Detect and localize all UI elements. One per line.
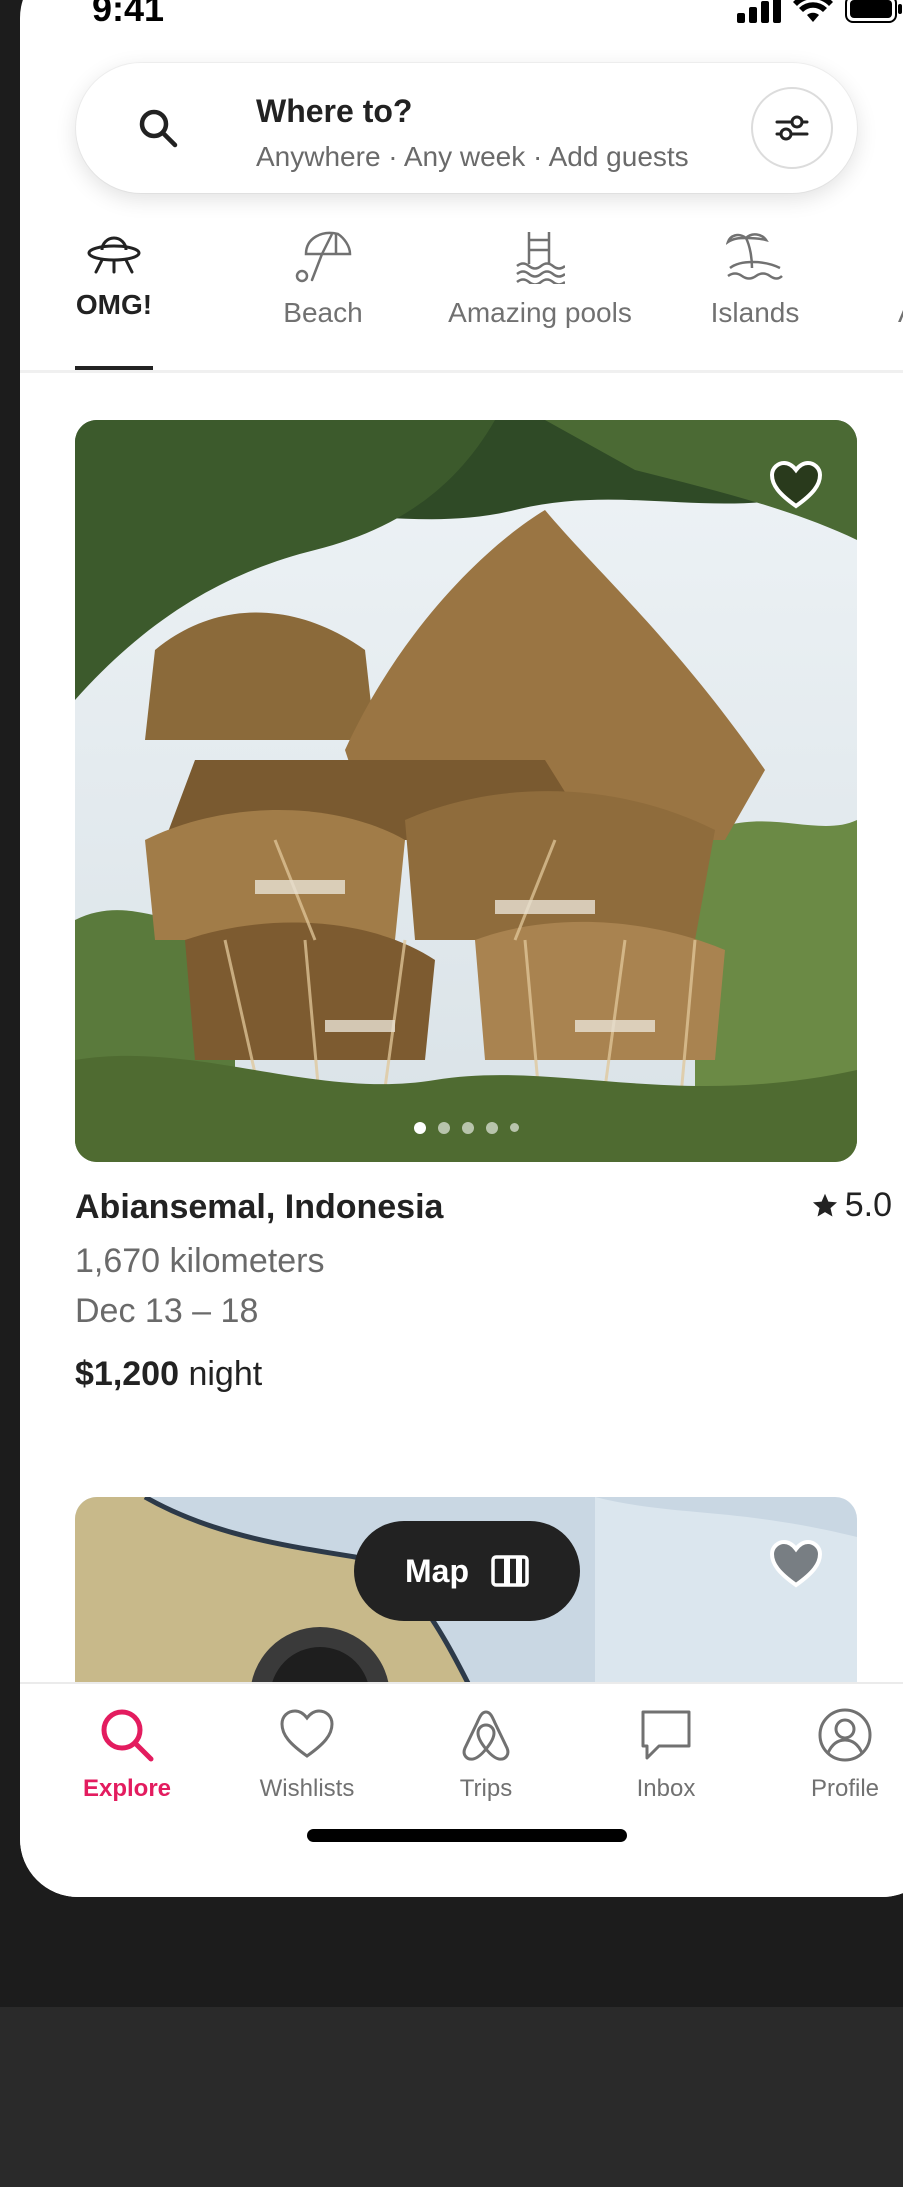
airbnb-logo-icon — [462, 1710, 510, 1761]
listing-rating: 5.0 — [811, 1186, 892, 1225]
pool-icon — [516, 232, 566, 286]
category-label: Amazing pools — [448, 297, 632, 328]
search-icon — [101, 1709, 154, 1762]
map-icon — [491, 1555, 529, 1587]
pagination-dot — [461, 1122, 474, 1134]
tab-wishlists[interactable]: Wishlists — [242, 1706, 372, 1803]
umbrella-icon — [295, 231, 352, 283]
search-subtitle: Anywhere · Any week · Add guests — [256, 141, 689, 172]
island-icon — [725, 233, 783, 280]
search-icon — [139, 109, 178, 148]
price-amount: $1,200 — [75, 1355, 179, 1393]
listing-photo-image — [75, 420, 857, 1162]
tab-label: Wishlists — [259, 1775, 355, 1802]
category-label: A — [898, 297, 903, 329]
category-bar: OMG! Beach Amazing pools Islands — [20, 228, 903, 378]
search-bar[interactable]: Where to? Anywhere · Any week · Add gues… — [76, 63, 857, 193]
tab-label: Profile — [810, 1775, 880, 1802]
category-label: OMG! — [75, 289, 153, 320]
listing-title[interactable]: Abiansemal, Indonesia — [75, 1188, 443, 1227]
cellular-signal-icon — [737, 0, 781, 23]
map-button[interactable]: Map — [354, 1521, 580, 1621]
home-indicator[interactable] — [307, 1829, 627, 1842]
photo-pagination — [75, 1122, 857, 1134]
heart-icon[interactable] — [769, 1539, 823, 1589]
category-beach[interactable]: Beach — [268, 228, 378, 329]
tab-inbox[interactable]: Inbox — [601, 1706, 731, 1803]
rating-value: 5.0 — [844, 1186, 892, 1224]
pagination-dot-active — [413, 1122, 426, 1134]
category-label: Beach — [283, 297, 363, 328]
tab-label: Trips — [459, 1775, 513, 1802]
tab-label: Inbox — [636, 1775, 696, 1802]
partial-category-icon — [898, 228, 903, 284]
heart-icon[interactable] — [769, 460, 823, 510]
status-bar: 9:41 — [20, 0, 903, 40]
ufo-icon — [87, 236, 141, 274]
message-icon — [641, 1710, 691, 1760]
listing-dates: Dec 13 – 18 — [75, 1292, 259, 1330]
phone-screen: 9:41 Where to? Anywhere · Any week · Add… — [20, 0, 903, 1897]
category-islands[interactable]: Islands — [705, 228, 805, 329]
category-label: Islands — [710, 297, 800, 328]
category-amazing-pools[interactable]: Amazing pools — [440, 228, 640, 329]
tab-trips[interactable]: Trips — [421, 1706, 551, 1803]
pagination-dot — [509, 1123, 519, 1132]
wifi-icon — [793, 0, 833, 22]
map-button-label: Map — [405, 1552, 469, 1589]
pagination-dot — [485, 1122, 498, 1134]
tab-explore[interactable]: Explore — [62, 1706, 192, 1803]
category-partial[interactable]: A — [898, 228, 903, 329]
listing-photo[interactable] — [75, 420, 857, 1162]
category-omg[interactable]: OMG! — [72, 228, 156, 321]
price-unit: night — [188, 1355, 263, 1393]
battery-icon — [845, 0, 902, 23]
listing-distance: 1,670 kilometers — [75, 1242, 325, 1280]
bottom-tab-bar: Explore Wishlists Trips Inbox Profile — [20, 1682, 903, 1897]
status-time: 9:41 — [92, 0, 165, 29]
star-icon — [812, 1193, 837, 1216]
heart-icon — [280, 1709, 334, 1758]
tab-profile[interactable]: Profile — [780, 1706, 903, 1803]
filter-sliders-icon — [775, 115, 809, 141]
pagination-dot — [437, 1122, 450, 1134]
tab-label: Explore — [82, 1775, 172, 1802]
background-bottom — [0, 2007, 903, 2187]
filters-button[interactable] — [751, 87, 833, 169]
search-title: Where to? — [256, 93, 413, 129]
listing-price: $1,200 night — [75, 1355, 262, 1394]
profile-icon — [818, 1708, 872, 1762]
divider — [20, 370, 903, 373]
